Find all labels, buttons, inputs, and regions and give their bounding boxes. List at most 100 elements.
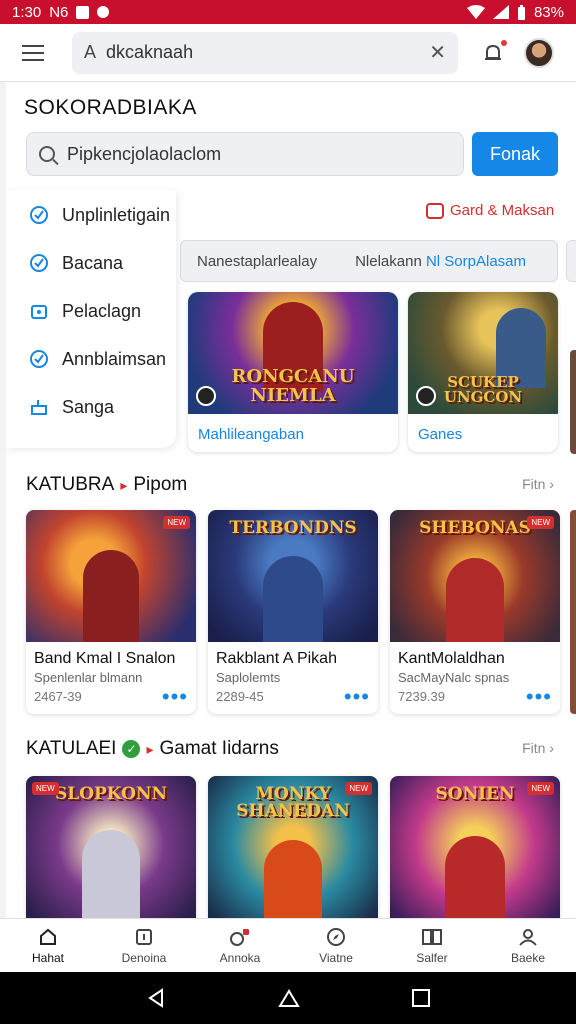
nav-item-info[interactable]: Denoina (96, 919, 192, 972)
nav-label: Annoka (219, 951, 261, 965)
main-content: SOKORADBIAKA Pipkencjolaolaclom Fonak Un… (6, 82, 576, 918)
check-circle-icon (28, 348, 50, 370)
notifications-button[interactable] (480, 37, 509, 66)
side-menu-label: Bacana (62, 252, 124, 273)
filter-item-2[interactable]: Nlelakann Nl SorpAlasam (355, 253, 526, 270)
side-menu-label: Annblaimsan (62, 348, 167, 369)
row-2-header: KATULAEI ✓ ▸ Gamat Iidarns (26, 738, 279, 760)
status-bar: 1:30 N6 83% (0, 0, 576, 24)
promo-link[interactable]: Gard & Maksan (426, 202, 554, 219)
nav-item-library[interactable]: Salfer (384, 919, 480, 972)
game-name: Rakblant A Pikah (216, 650, 337, 667)
main-search-placeholder: Pipkencjolaolaclom (67, 143, 222, 164)
battery-icon (517, 4, 525, 20)
game-image: NEW (26, 510, 196, 642)
home-nav-icon[interactable] (278, 988, 300, 1008)
check-circle-icon (28, 252, 50, 274)
side-menu-item-4[interactable]: Annblaimsan (28, 348, 166, 370)
nav-label: Denoina (121, 951, 167, 965)
row-1-header: KATUBRA ▸ Pipom (26, 474, 187, 496)
featured-image: SCUKEP UNGCON (408, 292, 558, 414)
avatar[interactable] (524, 37, 554, 68)
verified-icon: ✓ (122, 740, 141, 758)
game-card[interactable]: SLOPKONN NEW (26, 776, 196, 918)
game-card[interactable]: SHEBONAS NEW KantMolaldhan SacMayNalc sp… (390, 510, 560, 714)
home-icon (37, 926, 59, 948)
game-card[interactable]: MONKY SHANEDAN NEW (208, 776, 378, 918)
search-button[interactable]: Fonak (472, 132, 558, 176)
book-icon (421, 926, 443, 948)
game-image: TERBONDNS (208, 510, 378, 642)
featured-badge-icon (196, 386, 216, 406)
featured-card-2[interactable]: SCUKEP UNGCON Ganes (408, 292, 558, 452)
row-2-more-link[interactable]: Fitn › (522, 740, 554, 756)
check-circle-icon (28, 204, 50, 226)
side-menu-item-5[interactable]: Sanga (28, 396, 114, 418)
nav-item-home[interactable]: Hahat (0, 919, 96, 972)
new-badge: NEW (527, 782, 554, 795)
system-nav-bar (0, 972, 576, 1024)
game-card[interactable]: NEW Band Kmal I Snalon Spenlenlar blmann… (26, 510, 196, 714)
page-title: SOKORADBIAKA (24, 96, 197, 119)
top-search-bar[interactable]: A dkcaknaah ✕ (72, 31, 458, 74)
row-1-scroll-edge (570, 510, 576, 714)
new-badge: NEW (32, 782, 59, 795)
status-carrier: N6 (49, 3, 69, 21)
compass-icon (325, 926, 347, 948)
side-menu-label: Sanga (62, 396, 115, 417)
nav-label: Hahat (31, 951, 65, 965)
game-meta: 7239.39 ••• (398, 683, 552, 709)
featured-caption: Mahlileangaban (198, 426, 304, 443)
filter-item-3[interactable]: Nl SorpAlasam (426, 253, 526, 270)
side-menu-item-2[interactable]: Bacana (28, 252, 123, 274)
nav-item-games[interactable]: Annoka (192, 919, 288, 972)
game-card[interactable]: TERBONDNS Rakblant A Pikah Saplolemts 22… (208, 510, 378, 714)
main-search-input[interactable]: Pipkencjolaolaclom (26, 132, 464, 176)
chevron-right-icon: › (549, 740, 554, 756)
arrow-icon: ▸ (120, 476, 128, 493)
nav-item-profile[interactable]: Baeke (480, 919, 576, 972)
bottom-nav: Hahat Denoina Annoka Viatne Salfer Baeke (0, 918, 576, 972)
featured-card-1[interactable]: RONGCANU NIEMLA Mahlileangaban (188, 292, 398, 452)
filter-scroll-edge (566, 240, 576, 282)
wifi-icon (466, 5, 485, 19)
more-options-icon[interactable]: ••• (162, 685, 188, 707)
nav-label: Viatne (319, 951, 353, 965)
side-menu: Unplinletigain Bacana Pelaclagn Annblaim… (6, 190, 176, 448)
filter-item-1[interactable]: Nanestaplarlealay (197, 253, 317, 270)
featured-art-title: RONGCANU NIEMLA (231, 366, 355, 407)
notification-dot-icon (97, 6, 110, 18)
side-menu-item-1[interactable]: Unplinletigain (28, 204, 170, 226)
search-icon (39, 146, 55, 162)
back-icon[interactable] (146, 988, 166, 1008)
info-icon (133, 926, 155, 948)
row-1-more-link[interactable]: Fitn › (522, 476, 554, 492)
notification-icon (76, 5, 90, 19)
featured-scroll-edge (570, 350, 576, 454)
featured-caption: Ganes (418, 426, 463, 443)
game-meta: 2289-45 ••• (216, 683, 370, 709)
side-menu-item-3[interactable]: Pelaclagn (28, 300, 141, 322)
game-card[interactable]: SONIEN NEW (390, 776, 560, 918)
game-icon (229, 926, 251, 948)
menu-button[interactable] (14, 34, 52, 72)
battery-level: 83% (533, 3, 564, 21)
row-1-title: KATUBRA (26, 474, 115, 495)
notification-badge (499, 37, 509, 48)
recents-icon[interactable] (412, 989, 430, 1007)
clear-search-icon[interactable]: ✕ (429, 40, 446, 65)
nav-label: Salfer (416, 951, 448, 965)
row-2-title: KATULAEI (26, 738, 117, 759)
featured-badge-icon (416, 386, 436, 406)
game-name: KantMolaldhan (398, 650, 505, 667)
bag-icon (28, 300, 50, 322)
thumb-icon (28, 396, 50, 418)
arrow-icon: ▸ (146, 740, 154, 757)
more-options-icon[interactable]: ••• (344, 685, 370, 707)
filter-bar: Nanestaplarlealay Nlelakann Nl SorpAlasa… (180, 240, 558, 282)
game-art-title: TERBONDNS (229, 518, 357, 538)
more-options-icon[interactable]: ••• (526, 685, 552, 707)
game-image: SLOPKONN NEW (26, 776, 196, 918)
new-badge: NEW (345, 782, 372, 795)
nav-item-explore[interactable]: Viatne (288, 919, 384, 972)
